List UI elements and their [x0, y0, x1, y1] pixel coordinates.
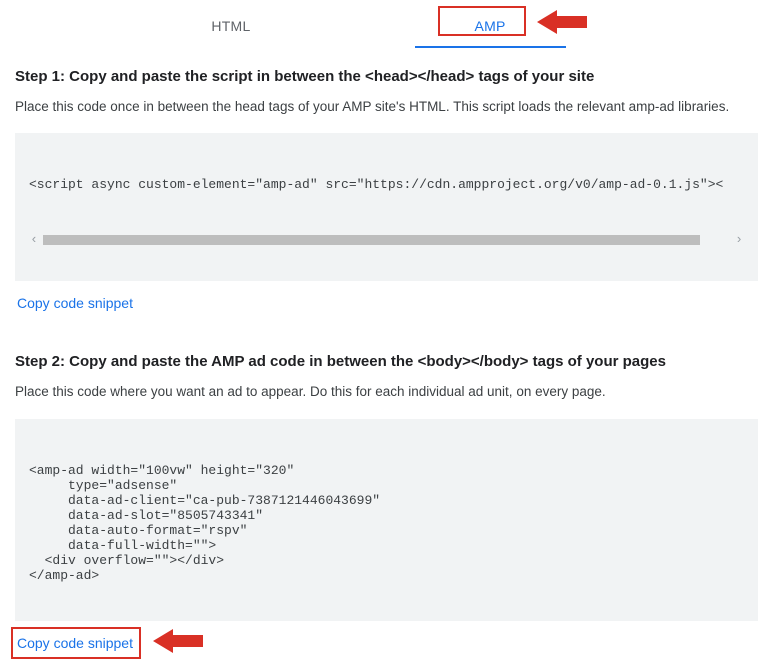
- content-area: Step 1: Copy and paste the script in bet…: [0, 48, 773, 665]
- tabs-bar: HTML AMP: [0, 0, 773, 48]
- step1-copy-button[interactable]: Copy code snippet: [15, 281, 135, 325]
- step2-code-block: <amp-ad width="100vw" height="320" type=…: [15, 419, 758, 621]
- annotation-arrow-copy: [153, 625, 203, 660]
- chevron-right-icon[interactable]: ›: [734, 232, 744, 247]
- step2-copy-wrap: Copy code snippet: [15, 621, 135, 665]
- step2-description: Place this code where you want an ad to …: [15, 382, 758, 402]
- step1-code-text: <script async custom-element="amp-ad" sr…: [29, 177, 744, 192]
- tab-html[interactable]: HTML: [207, 10, 254, 48]
- step2-code-text: <amp-ad width="100vw" height="320" type=…: [29, 463, 744, 583]
- chevron-left-icon[interactable]: ‹: [29, 232, 39, 247]
- step1-description: Place this code once in between the head…: [15, 97, 758, 117]
- tab-amp[interactable]: AMP: [415, 10, 566, 48]
- step1-scrollbar[interactable]: ‹ ›: [29, 232, 744, 247]
- step1-title: Step 1: Copy and paste the script in bet…: [15, 68, 758, 85]
- scrollbar-track[interactable]: [43, 235, 700, 245]
- step1-code-block: <script async custom-element="amp-ad" sr…: [15, 133, 758, 281]
- step2-copy-button[interactable]: Copy code snippet: [15, 621, 135, 665]
- step2-title: Step 2: Copy and paste the AMP ad code i…: [15, 353, 758, 370]
